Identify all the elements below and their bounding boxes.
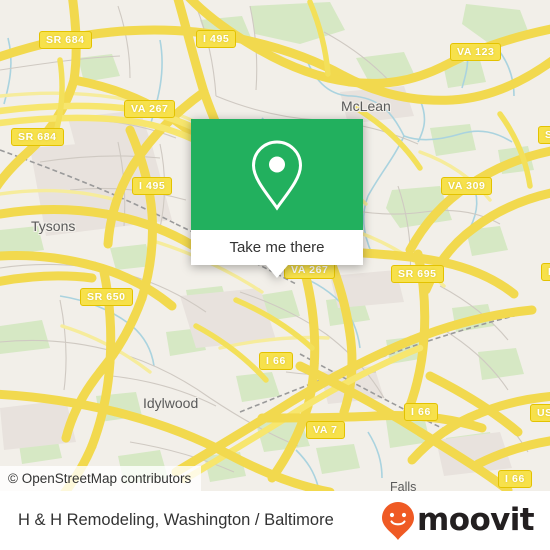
shield-i-495-north[interactable]: I 495 xyxy=(196,30,237,48)
shield-sr-650[interactable]: SR 650 xyxy=(80,288,133,306)
moovit-logo[interactable]: moovit xyxy=(381,501,535,541)
shield-va-123[interactable]: VA 123 xyxy=(450,43,502,61)
place-label-idylwood: Idylwood xyxy=(143,395,199,411)
callout-pointer-tail xyxy=(266,265,288,278)
place-label-tysons: Tysons xyxy=(31,218,76,234)
shield-sr-695[interactable]: SR 695 xyxy=(391,265,444,283)
shield-va-7[interactable]: VA 7 xyxy=(306,421,345,439)
shield-i-66-bottom[interactable]: I 66 xyxy=(498,470,532,488)
place-label-falls: Falls xyxy=(390,480,417,491)
shield-sr-684-west[interactable]: SR 684 xyxy=(11,128,64,146)
shield-va-309[interactable]: VA 309 xyxy=(441,177,493,195)
shield-va-267-west[interactable]: VA 267 xyxy=(124,100,176,118)
place-label-mclean: McLean xyxy=(341,98,391,114)
place-title: H & H Remodeling, Washington / Baltimore xyxy=(18,511,334,529)
shield-i-66-center[interactable]: I 66 xyxy=(259,352,293,370)
location-pin-icon xyxy=(251,139,303,211)
place-callout-card[interactable]: Take me there xyxy=(191,119,363,278)
shield-i-66-right[interactable]: I 66 xyxy=(404,403,438,421)
map-attribution[interactable]: © OpenStreetMap contributors xyxy=(0,466,202,491)
moovit-place-map-screen: .park { fill:#d6e8c4; } .urban { fill:#e… xyxy=(0,0,550,550)
map-canvas[interactable]: .park { fill:#d6e8c4; } .urban { fill:#e… xyxy=(0,0,550,491)
footer-bar: H & H Remodeling, Washington / Baltimore… xyxy=(0,491,550,550)
moovit-wordmark: moovit xyxy=(417,502,535,538)
shield-sr-684-north[interactable]: SR 684 xyxy=(39,31,92,49)
shield-i-495-tysons[interactable]: I 495 xyxy=(132,177,173,195)
shield-edge-right-upper[interactable]: S xyxy=(538,126,550,144)
shield-us-edge[interactable]: US xyxy=(530,404,550,422)
moovit-smiley-pin-icon xyxy=(382,501,415,540)
shield-edge-right-mid[interactable]: I xyxy=(541,263,550,281)
take-me-there-button[interactable]: Take me there xyxy=(191,230,363,265)
callout-image-panel xyxy=(191,119,363,230)
